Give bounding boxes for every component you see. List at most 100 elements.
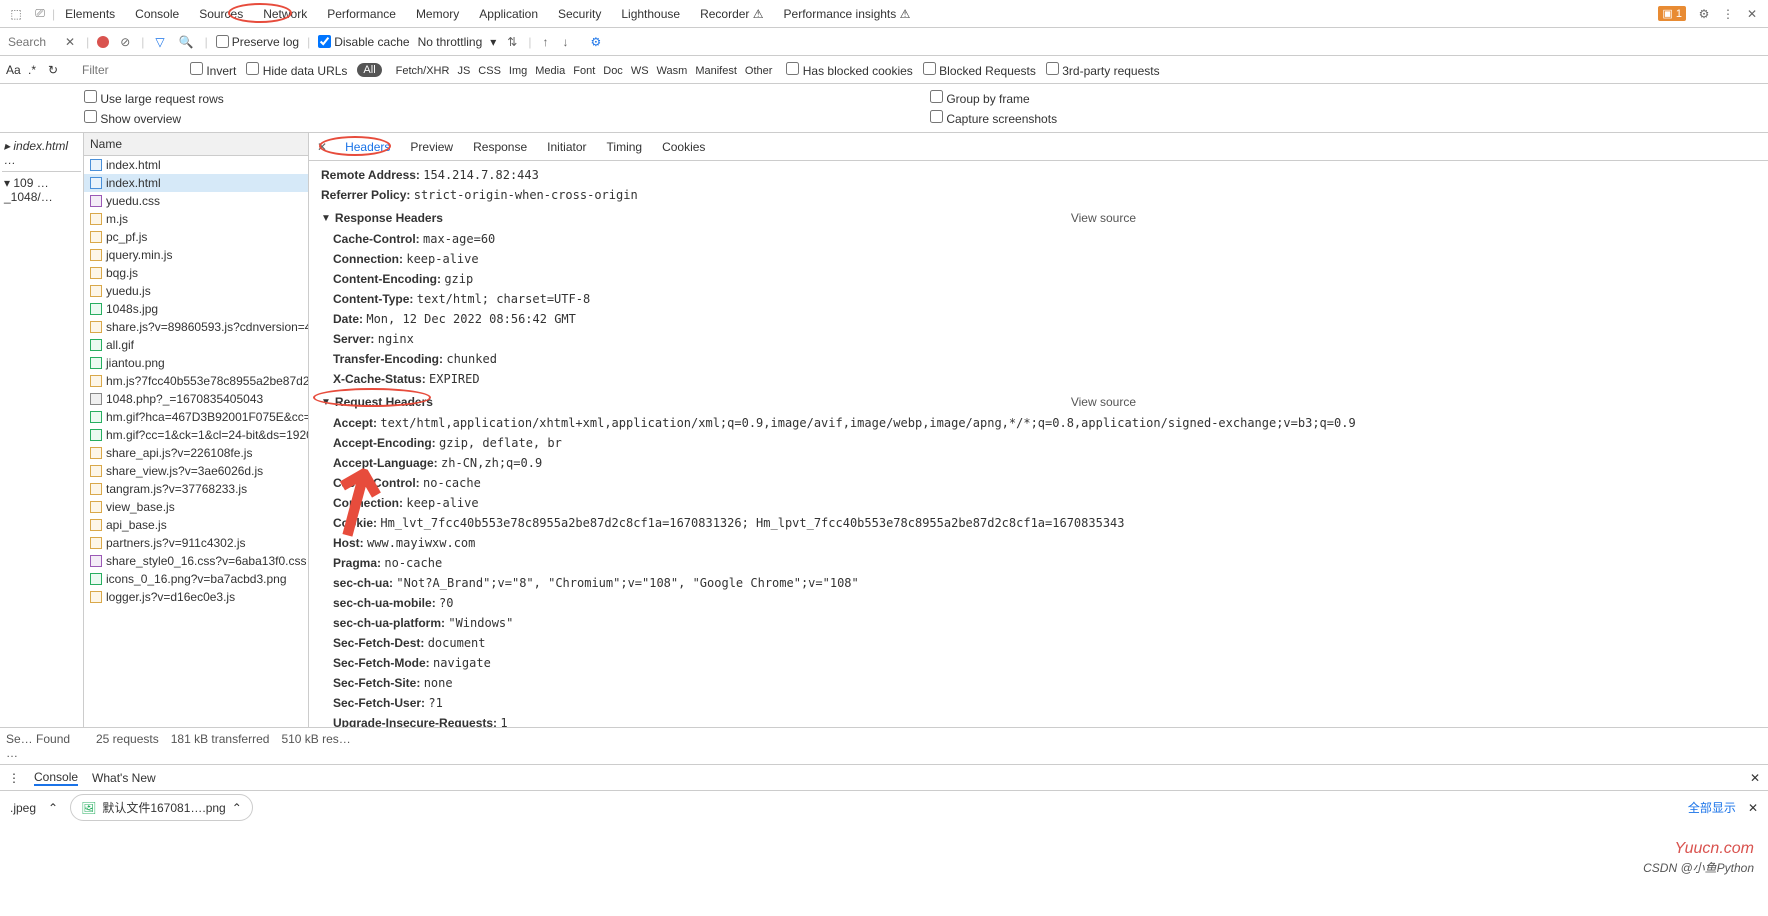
tab-memory[interactable]: Memory [406, 0, 469, 28]
clear-icon[interactable]: ⊘ [117, 35, 133, 49]
request-row[interactable]: hm.gif?hca=467D3B92001F075E&cc=1&c… [84, 408, 308, 426]
request-row[interactable]: hm.js?7fcc40b553e78c8955a2be87d2c8cf… [84, 372, 308, 390]
filter-type-fetch/xhr[interactable]: Fetch/XHR [392, 65, 454, 77]
blocked-requests-checkbox[interactable]: Blocked Requests [923, 62, 1036, 78]
filter-type-manifest[interactable]: Manifest [691, 65, 741, 77]
tab-elements[interactable]: Elements [55, 0, 125, 28]
more-icon[interactable]: ⋮ [1716, 7, 1740, 21]
request-row[interactable]: tangram.js?v=37768233.js [84, 480, 308, 498]
tab-initiator[interactable]: Initiator [537, 140, 596, 154]
tab-response[interactable]: Response [463, 140, 537, 154]
invert-checkbox[interactable]: Invert [190, 62, 236, 78]
request-row[interactable]: index.html [84, 174, 308, 192]
issues-badge[interactable]: ▣ 1 [1658, 6, 1686, 21]
download-jpeg[interactable]: .jpeg [10, 801, 36, 815]
search-input[interactable] [4, 33, 54, 51]
view-source-request[interactable]: View source [1071, 395, 1136, 409]
filter-type-ws[interactable]: WS [627, 65, 653, 77]
group-frame-checkbox[interactable]: Group by frame [930, 88, 1760, 108]
hide-data-urls-checkbox[interactable]: Hide data URLs [246, 62, 347, 78]
request-row[interactable]: 1048s.jpg [84, 300, 308, 318]
filter-icon[interactable]: ▽ [152, 35, 167, 49]
filter-type-css[interactable]: CSS [474, 65, 505, 77]
tab-recorder[interactable]: Recorder ⚠ [690, 0, 773, 28]
request-row[interactable]: share_view.js?v=3ae6026d.js [84, 462, 308, 480]
capture-screenshots-checkbox[interactable]: Capture screenshots [930, 108, 1760, 128]
request-row[interactable]: api_base.js [84, 516, 308, 534]
device-icon[interactable]: ⎚ [28, 6, 52, 21]
request-row[interactable]: bqg.js [84, 264, 308, 282]
chevron-up-icon[interactable]: ⌃ [232, 801, 242, 815]
third-party-checkbox[interactable]: 3rd-party requests [1046, 62, 1160, 78]
tab-lighthouse[interactable]: Lighthouse [611, 0, 690, 28]
filter-type-font[interactable]: Font [569, 65, 599, 77]
tab-application[interactable]: Application [469, 0, 548, 28]
drawer-close-icon[interactable]: ✕ [1750, 771, 1760, 785]
match-case-icon[interactable]: Aa [6, 63, 21, 77]
tab-timing[interactable]: Timing [597, 140, 653, 154]
request-row[interactable]: pc_pf.js [84, 228, 308, 246]
close-devtools-icon[interactable]: ✕ [1740, 7, 1764, 21]
request-headers-section[interactable]: ▼Request HeadersView source [321, 389, 1756, 413]
response-headers-section[interactable]: ▼Response HeadersView source [321, 205, 1756, 229]
name-column-header[interactable]: Name [84, 133, 308, 156]
filter-type-wasm[interactable]: Wasm [653, 65, 692, 77]
request-row[interactable]: share_style0_16.css?v=6aba13f0.css [84, 552, 308, 570]
request-row[interactable]: all.gif [84, 336, 308, 354]
tab-headers[interactable]: Headers [335, 140, 400, 154]
request-row[interactable]: icons_0_16.png?v=ba7acbd3.png [84, 570, 308, 588]
tab-network[interactable]: Network [253, 0, 317, 28]
request-row[interactable]: logger.js?v=d16ec0e3.js [84, 588, 308, 606]
request-row[interactable]: yuedu.js [84, 282, 308, 300]
download-icon[interactable]: ↓ [559, 35, 571, 49]
settings-icon[interactable]: ⚙ [1692, 7, 1716, 21]
view-source-response[interactable]: View source [1071, 211, 1136, 225]
drawer-console[interactable]: Console [34, 770, 78, 786]
find-icon[interactable]: 🔍 [176, 35, 197, 49]
chevron-up-icon[interactable]: ⌃ [48, 801, 58, 815]
file-tab[interactable]: ▸ index.html … [2, 135, 81, 172]
request-row[interactable]: share.js?v=89860593.js?cdnversion=4641… [84, 318, 308, 336]
regex-icon[interactable]: .* [28, 63, 36, 77]
tab-console[interactable]: Console [125, 0, 189, 28]
filter-all[interactable]: All [357, 63, 381, 77]
request-row[interactable]: view_base.js [84, 498, 308, 516]
filter-type-other[interactable]: Other [741, 65, 777, 77]
drawer-whatsnew[interactable]: What's New [92, 771, 156, 785]
request-row[interactable]: jiantou.png [84, 354, 308, 372]
request-row[interactable]: share_api.js?v=226108fe.js [84, 444, 308, 462]
filter-type-media[interactable]: Media [531, 65, 569, 77]
tab-security[interactable]: Security [548, 0, 611, 28]
filter-type-js[interactable]: JS [453, 65, 474, 77]
filter-type-doc[interactable]: Doc [599, 65, 627, 77]
filter-type-img[interactable]: Img [505, 65, 531, 77]
request-row[interactable]: yuedu.css [84, 192, 308, 210]
download-chip[interactable]: 🖼 默认文件167081….png ⌃ [70, 794, 253, 821]
downloads-close-icon[interactable]: ✕ [1748, 801, 1758, 815]
preserve-log-checkbox[interactable]: Preserve log [216, 35, 299, 49]
search-close-icon[interactable]: ✕ [62, 35, 78, 49]
tab-performance[interactable]: Performance [317, 0, 406, 28]
tab-sources[interactable]: Sources [189, 0, 253, 28]
request-row[interactable]: 1048.php?_=1670835405043 [84, 390, 308, 408]
record-icon[interactable] [97, 36, 109, 48]
throttling-select[interactable]: No throttling [418, 35, 483, 49]
show-overview-checkbox[interactable]: Show overview [84, 108, 914, 128]
network-conditions-icon[interactable]: ⇅ [504, 35, 520, 49]
network-settings-icon[interactable]: ⚙ [587, 35, 604, 49]
filter-input[interactable] [80, 61, 180, 79]
blocked-cookies-checkbox[interactable]: Has blocked cookies [786, 62, 912, 78]
close-detail-icon[interactable]: ✕ [309, 140, 335, 154]
show-all-downloads[interactable]: 全部显示 [1688, 799, 1736, 816]
request-row[interactable]: hm.gif?cc=1&ck=1&cl=24-bit&ds=1920x… [84, 426, 308, 444]
tab-preview[interactable]: Preview [400, 140, 463, 154]
request-row[interactable]: jquery.min.js [84, 246, 308, 264]
request-row[interactable]: m.js [84, 210, 308, 228]
refresh-icon[interactable]: ↻ [48, 63, 58, 77]
request-row[interactable]: partners.js?v=911c4302.js [84, 534, 308, 552]
disable-cache-checkbox[interactable]: Disable cache [318, 35, 409, 49]
upload-icon[interactable]: ↑ [539, 35, 551, 49]
request-row[interactable]: index.html [84, 156, 308, 174]
tab-insights[interactable]: Performance insights ⚠ [774, 0, 921, 28]
inspect-icon[interactable]: ⬚ [4, 7, 28, 21]
